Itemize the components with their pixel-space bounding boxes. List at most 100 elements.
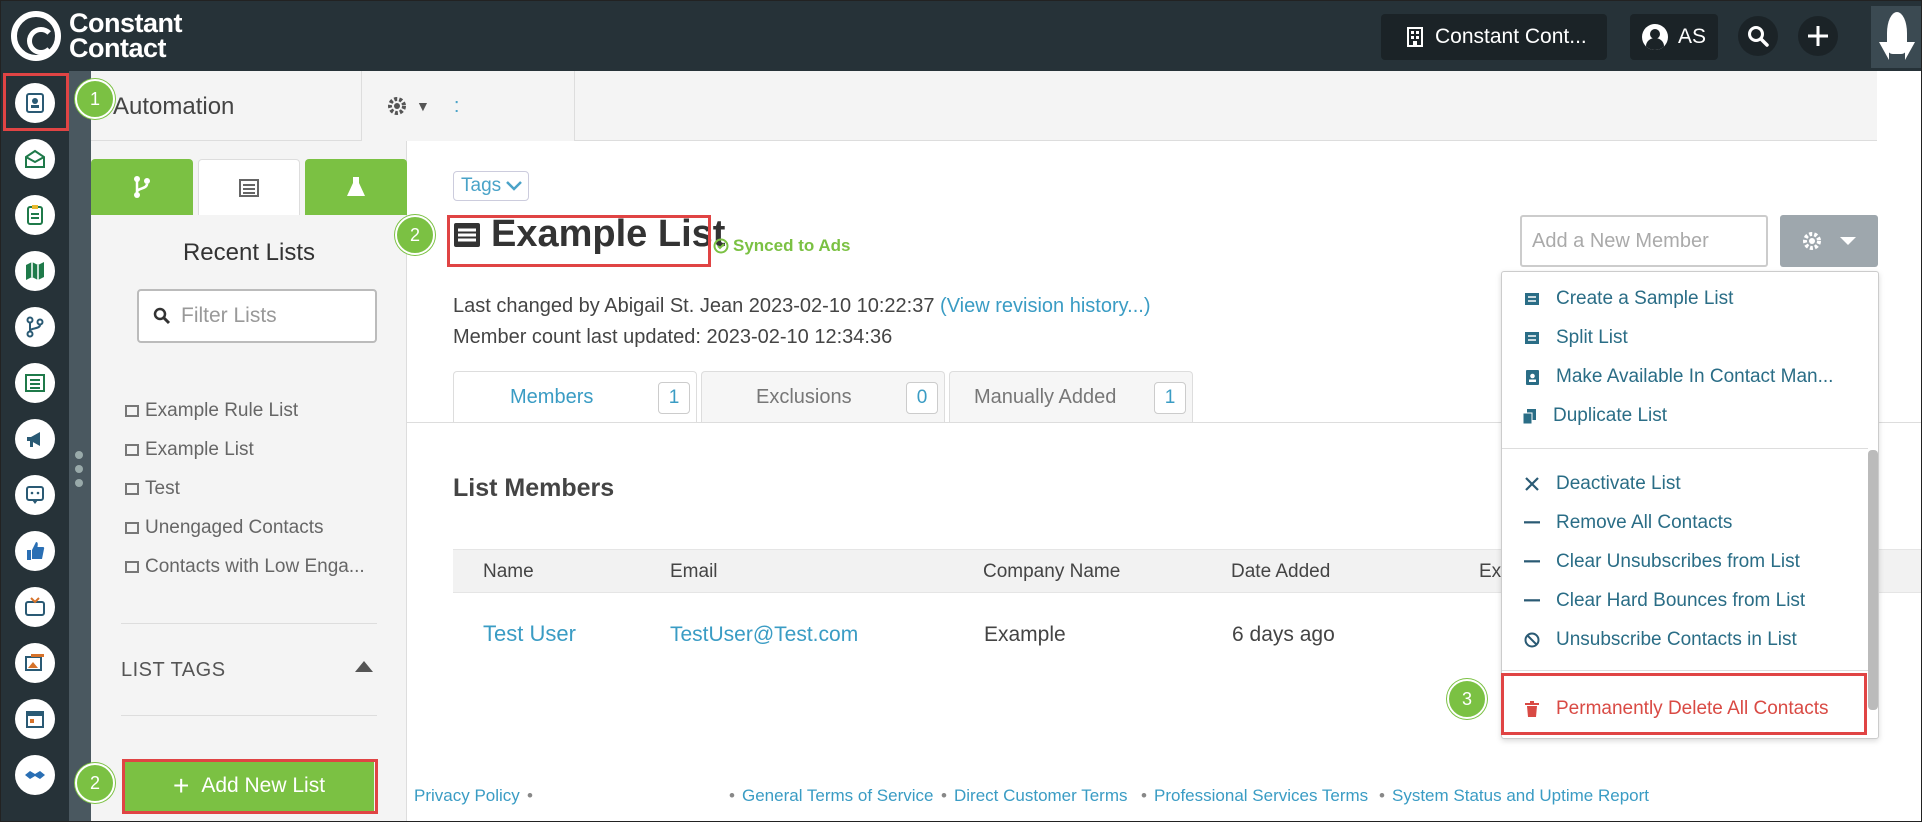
menu-item-clear-unsubscribes[interactable]: Clear Unsubscribes from List xyxy=(1524,551,1800,573)
tab-exclusions[interactable]: Exclusions 0 xyxy=(701,371,945,423)
rail-maps[interactable] xyxy=(15,251,55,291)
clipboard-icon xyxy=(27,205,43,225)
app-nav-rail xyxy=(1,71,69,821)
menu-item-deactivate[interactable]: Deactivate List xyxy=(1524,473,1681,495)
recent-lists-heading: Recent Lists xyxy=(182,239,316,266)
rail-lists[interactable] xyxy=(15,363,55,403)
list-item[interactable]: Example List xyxy=(125,430,365,469)
highlight-box xyxy=(122,759,378,814)
map-icon xyxy=(26,262,44,280)
tv-icon xyxy=(25,597,45,616)
list-item[interactable]: Unengaged Contacts xyxy=(125,508,365,547)
rail-campaigns[interactable] xyxy=(15,419,55,459)
rail-surveys[interactable] xyxy=(15,475,55,515)
divider xyxy=(121,623,377,624)
minus-icon xyxy=(1524,599,1540,603)
professional-terms-link[interactable]: Professional Services Terms xyxy=(1154,786,1368,806)
lists-sidebar: Automation Recent Lists Filter Lists Exa… xyxy=(91,71,407,821)
create-button[interactable] xyxy=(1798,16,1838,56)
rail-video[interactable] xyxy=(15,587,55,627)
revision-history-link[interactable]: (View revision history...) xyxy=(940,295,1150,317)
chevron-down-icon xyxy=(506,181,523,191)
menu-item-clear-bounces[interactable]: Clear Hard Bounces from List xyxy=(1524,590,1805,612)
sidebar-tabs xyxy=(91,159,407,215)
list-actions-button[interactable] xyxy=(1780,215,1878,267)
list-actions-menu: Create a Sample List Split List Make Ava… xyxy=(1501,271,1879,739)
list-item[interactable]: Test xyxy=(125,469,365,508)
avatar-icon xyxy=(1642,24,1668,50)
menu-item-create-sample[interactable]: Create a Sample List xyxy=(1524,288,1733,310)
settings-menu-button[interactable]: ▼ : xyxy=(361,71,575,141)
rail-automation[interactable] xyxy=(15,307,55,347)
privacy-link[interactable]: Privacy Policy xyxy=(414,786,520,806)
tab-automation[interactable] xyxy=(91,159,193,215)
check-circle-icon xyxy=(713,238,729,254)
menu-item-remove-all[interactable]: Remove All Contacts xyxy=(1524,512,1732,534)
general-terms-link[interactable]: General Terms of Service xyxy=(742,786,933,806)
gear-icon xyxy=(1803,232,1821,250)
thumbs-up-icon xyxy=(27,542,45,560)
list-icon xyxy=(1524,332,1540,344)
envelope-icon xyxy=(25,149,45,168)
tab-lists[interactable] xyxy=(198,159,300,215)
tab-manually-added[interactable]: Manually Added 1 xyxy=(949,371,1193,423)
column-header[interactable]: Company Name xyxy=(983,561,1120,583)
bullet-separator: • xyxy=(1379,786,1385,805)
member-name-link[interactable]: Test User xyxy=(483,621,576,647)
minus-icon xyxy=(1524,521,1540,525)
step-badge: 3 xyxy=(1447,679,1487,719)
list-item[interactable]: Contacts with Low Enga... xyxy=(125,547,365,586)
sidebar-header: Automation xyxy=(91,71,407,141)
status-report-link[interactable]: System Status and Uptime Report xyxy=(1392,786,1649,806)
list-icon xyxy=(125,404,139,417)
gear-icon xyxy=(388,97,406,115)
collapse-caret-icon[interactable] xyxy=(355,661,373,672)
menu-item-unsubscribe[interactable]: Unsubscribe Contacts in List xyxy=(1524,629,1797,651)
tab-members[interactable]: Members 1 xyxy=(453,371,697,423)
column-header[interactable]: Date Added xyxy=(1231,561,1330,583)
list-item[interactable]: Example Rule List xyxy=(125,391,365,430)
direct-terms-link[interactable]: Direct Customer Terms xyxy=(954,786,1128,806)
menu-scrollbar[interactable] xyxy=(1868,450,1878,710)
column-header[interactable]: Ex xyxy=(1479,561,1501,583)
tags-dropdown[interactable]: Tags xyxy=(453,171,529,201)
menu-item-duplicate[interactable]: Duplicate List xyxy=(1521,405,1667,427)
add-member-input[interactable]: Add a New Member xyxy=(1520,215,1768,267)
step-badge: 1 xyxy=(75,79,115,119)
search-button[interactable] xyxy=(1738,16,1778,56)
column-header[interactable]: Name xyxy=(483,561,534,583)
filter-lists-input[interactable]: Filter Lists xyxy=(137,289,377,343)
menu-item-split-list[interactable]: Split List xyxy=(1524,327,1628,349)
user-menu-button[interactable]: AS xyxy=(1630,14,1718,60)
rail-partners[interactable] xyxy=(15,755,55,795)
launch-button[interactable] xyxy=(1871,6,1921,68)
divider xyxy=(121,715,377,716)
rail-calendar[interactable] xyxy=(15,699,55,739)
image-icon xyxy=(25,654,44,671)
drag-handle-icon[interactable] xyxy=(75,451,83,493)
step-badge: 2 xyxy=(75,763,115,803)
menu-divider xyxy=(1502,670,1868,671)
contact-card-icon xyxy=(1524,369,1540,385)
app-window: Constant Contact Constant Cont... AS Aut… xyxy=(0,0,1922,822)
rail-reports[interactable] xyxy=(15,195,55,235)
rail-social[interactable] xyxy=(15,531,55,571)
megaphone-icon xyxy=(27,432,40,447)
tab-lab[interactable] xyxy=(305,159,407,215)
account-switcher-button[interactable]: Constant Cont... xyxy=(1381,14,1607,60)
plus-icon xyxy=(1808,26,1828,46)
account-label: Constant Cont... xyxy=(1435,25,1587,48)
highlight-box xyxy=(3,73,69,131)
brand-logo[interactable]: Constant Contact xyxy=(11,10,183,62)
filter-placeholder: Filter Lists xyxy=(181,304,277,327)
rail-resize-handle[interactable] xyxy=(69,71,91,821)
rail-email[interactable] xyxy=(15,139,55,179)
feedback-icon xyxy=(26,486,44,504)
menu-item-make-available[interactable]: Make Available In Contact Man... xyxy=(1524,366,1833,388)
main-header xyxy=(407,71,1877,141)
member-email-link[interactable]: TestUser@Test.com xyxy=(670,623,858,647)
member-date-added: 6 days ago xyxy=(1232,623,1335,646)
column-header[interactable]: Email xyxy=(670,561,718,583)
x-icon xyxy=(1524,476,1540,492)
rail-media[interactable] xyxy=(15,643,55,683)
